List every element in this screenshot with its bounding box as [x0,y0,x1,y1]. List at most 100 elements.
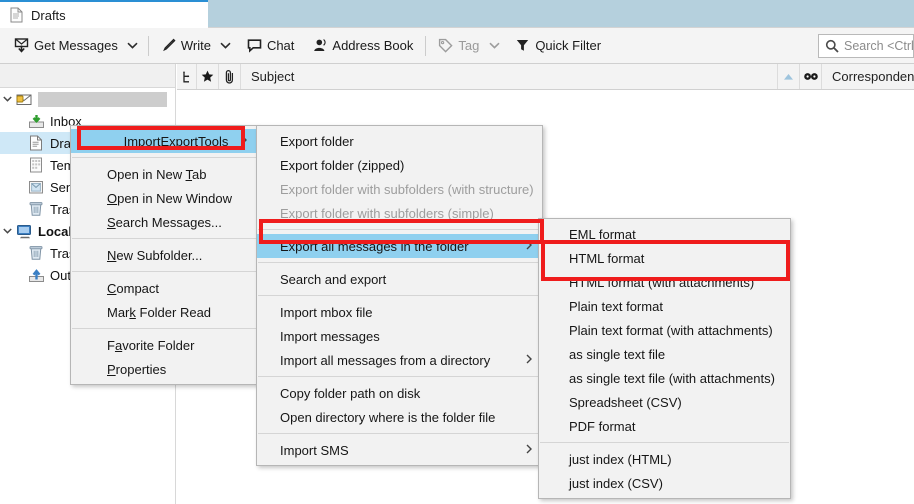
menu-item-label: ImportExportTools [124,134,229,149]
quick-filter-button[interactable]: Quick Filter [509,32,607,60]
column-header-attachment[interactable] [219,64,241,89]
sent-icon [26,178,46,196]
menu-item-label: HTML format (with attachments) [569,275,754,290]
chevron-right-icon [526,444,532,457]
tab-drafts[interactable]: Drafts [0,0,208,28]
menu-item-import-mbox-file[interactable]: Import mbox file [257,300,542,324]
toolbar-separator [148,36,149,56]
column-header-subject[interactable]: Subject [241,64,778,89]
account-mail-icon [14,90,34,108]
get-messages-dropdown-icon[interactable] [124,32,142,60]
menu-item-label: as single text file [569,347,665,362]
chevron-right-icon [241,135,247,148]
menu-item-label: Search Messages... [107,215,222,230]
menu-item-eml-format[interactable]: EML format [539,222,790,246]
tag-button[interactable]: Tag [432,32,485,60]
menu-item-label: Plain text format (with attachments) [569,323,773,338]
menu-item-spreadsheet-csv[interactable]: Spreadsheet (CSV) [539,390,790,414]
menu-item-open-in-new-window[interactable]: Open in New Window [71,186,257,210]
column-header-thread[interactable] [177,64,197,89]
menu-item-label: just index (HTML) [569,452,672,467]
message-list-column-header: Subject Correspondents [177,64,914,90]
menu-item-export-folder[interactable]: Export folder [257,129,542,153]
menu-item-plain-text-format[interactable]: Plain text format [539,294,790,318]
pencil-icon [161,38,176,53]
menu-item-importexporttools[interactable]: ImportExportTools [71,129,257,153]
write-label: Write [181,38,211,53]
menu-item-label: Export all messages in the folder [280,239,469,254]
tag-icon [438,38,453,53]
tag-label: Tag [458,38,479,53]
menu-item-label: Plain text format [569,299,663,314]
export-format-submenu: EML format HTML format HTML format (with a… [538,218,791,499]
menu-item-open-directory-where-is-the-folder-file[interactable]: Open directory where is the folder file [257,405,542,429]
tag-dropdown-icon[interactable] [485,32,503,60]
outbox-icon [26,266,46,284]
menu-item-favorite-folder[interactable]: Favorite Folder [71,333,257,357]
menu-item-label: Export folder [280,134,354,149]
menu-item-label: Copy folder path on disk [280,386,420,401]
templates-icon [26,156,46,174]
menu-item-label: PDF format [569,419,635,434]
menu-item-html-format[interactable]: HTML format [539,246,790,270]
chevron-down-icon[interactable] [0,88,14,110]
menu-item-just-index-csv[interactable]: just index (CSV) [539,471,790,495]
menu-item-export-all-messages-in-the-folder[interactable]: Export all messages in the folder [257,234,542,258]
column-header-sort-ascending[interactable] [778,64,800,89]
menu-item-pdf-format[interactable]: PDF format [539,414,790,438]
column-header-label: Subject [251,69,294,84]
sort-ascending-icon [783,73,794,81]
drafts-icon [26,134,46,152]
local-folders-icon [14,222,34,240]
folder-row-account[interactable] [0,88,175,110]
address-book-button[interactable]: Address Book [306,32,419,60]
menu-separator [540,442,789,443]
menu-item-plain-text-format-with-attachments[interactable]: Plain text format (with attachments) [539,318,790,342]
menu-item-search-messages[interactable]: Search Messages... [71,210,257,234]
menu-separator [72,328,256,329]
chevron-down-icon[interactable] [0,220,14,242]
column-header-star[interactable] [197,64,219,89]
menu-item-open-in-new-tab[interactable]: Open in New Tab [71,162,257,186]
menu-item-label: Import mbox file [280,305,372,320]
menu-separator [72,271,256,272]
menu-item-label: Properties [107,362,166,377]
chat-button[interactable]: Chat [241,32,300,60]
menu-item-label: HTML format [569,251,644,266]
folder-context-menu: ImportExportTools Open in New TabOpen in … [70,125,258,385]
menu-separator [72,157,256,158]
menu-item-import-messages[interactable]: Import messages [257,324,542,348]
menu-item-label: just index (CSV) [569,476,663,491]
menu-item-new-subfolder[interactable]: New Subfolder... [71,243,257,267]
search-icon [825,39,839,53]
menu-item-as-single-text-file-with-attachments[interactable]: as single text file (with attachments) [539,366,790,390]
menu-item-export-folder-with-subfolders-with-structure: Export folder with subfolders (with stru… [257,177,542,201]
column-header-unread[interactable] [800,64,822,89]
get-messages-label: Get Messages [34,38,118,53]
chat-label: Chat [267,38,294,53]
toolbar-separator-2 [425,36,426,56]
menu-item-label: Export folder (zipped) [280,158,404,173]
column-header-label: Correspondents [832,69,914,84]
twisty-spacer [0,176,14,198]
menu-item-copy-folder-path-on-disk[interactable]: Copy folder path on disk [257,381,542,405]
get-messages-button[interactable]: Get Messages [8,32,124,60]
twisty-spacer [0,264,14,286]
menu-item-html-format-with-attachments[interactable]: HTML format (with attachments) [539,270,790,294]
menu-item-properties[interactable]: Properties [71,357,257,381]
menu-item-import-all-messages-from-a-directory[interactable]: Import all messages from a directory [257,348,542,372]
write-button[interactable]: Write [155,32,217,60]
menu-item-search-and-export[interactable]: Search and export [257,267,542,291]
menu-item-export-folder-zipped[interactable]: Export folder (zipped) [257,153,542,177]
write-dropdown-icon[interactable] [217,32,235,60]
quick-filter-label: Quick Filter [535,38,601,53]
menu-item-as-single-text-file[interactable]: as single text file [539,342,790,366]
twisty-spacer [0,242,14,264]
menu-item-label: Spreadsheet (CSV) [569,395,682,410]
column-header-correspondents[interactable]: Correspondents [822,64,914,89]
menu-item-just-index-html[interactable]: just index (HTML) [539,447,790,471]
menu-item-mark-folder-read[interactable]: Mark Folder Read [71,300,257,324]
search-input[interactable]: Search <Ctrl [818,34,914,58]
menu-item-import-sms[interactable]: Import SMS [257,438,542,462]
menu-item-compact[interactable]: Compact [71,276,257,300]
